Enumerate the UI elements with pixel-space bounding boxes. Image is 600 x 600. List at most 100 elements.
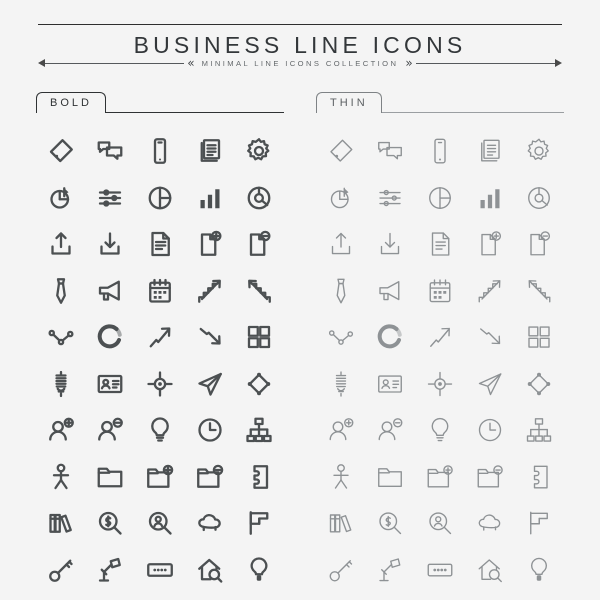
- lightbulb-icon[interactable]: [143, 413, 177, 447]
- key-icon[interactable]: [324, 553, 358, 587]
- gear-icon[interactable]: [522, 134, 556, 168]
- connected-nodes-icon[interactable]: [324, 320, 358, 354]
- flag-icon[interactable]: [522, 506, 556, 540]
- search-user-icon[interactable]: [423, 506, 457, 540]
- document-puzzle-icon[interactable]: [522, 460, 556, 494]
- stairs-up-icon[interactable]: [473, 274, 507, 308]
- person-figure-icon[interactable]: [44, 460, 78, 494]
- loading-spinner-icon[interactable]: [373, 320, 407, 354]
- paper-plane-icon[interactable]: [473, 367, 507, 401]
- arrow-up-right-icon[interactable]: [143, 320, 177, 354]
- download-icon[interactable]: [373, 227, 407, 261]
- paper-plane-icon[interactable]: [193, 367, 227, 401]
- user-remove-icon[interactable]: [93, 413, 127, 447]
- books-icon[interactable]: [44, 506, 78, 540]
- download-icon[interactable]: [93, 227, 127, 261]
- lightbulb-filled-icon[interactable]: [522, 553, 556, 587]
- tab-thin[interactable]: THIN: [316, 92, 382, 113]
- folder-remove-icon[interactable]: [193, 460, 227, 494]
- folder-icon[interactable]: [373, 460, 407, 494]
- id-card-icon[interactable]: [373, 367, 407, 401]
- tag-icon[interactable]: [324, 134, 358, 168]
- pie-chart-icon[interactable]: [143, 181, 177, 215]
- user-add-icon[interactable]: [324, 413, 358, 447]
- necktie-icon[interactable]: [324, 274, 358, 308]
- cloud-icon[interactable]: [193, 506, 227, 540]
- spring-coil-icon[interactable]: [324, 367, 358, 401]
- gear-icon[interactable]: [242, 134, 276, 168]
- pie-chart-pin-icon[interactable]: [324, 181, 358, 215]
- desk-lamp-icon[interactable]: [373, 553, 407, 587]
- search-user-icon[interactable]: [143, 506, 177, 540]
- folder-add-icon[interactable]: [423, 460, 457, 494]
- mobile-phone-icon[interactable]: [143, 134, 177, 168]
- documents-stack-icon[interactable]: [193, 134, 227, 168]
- search-dollar-icon[interactable]: [373, 506, 407, 540]
- pie-chart-pin-icon[interactable]: [44, 181, 78, 215]
- clock-icon[interactable]: [193, 413, 227, 447]
- stairs-up-icon[interactable]: [193, 274, 227, 308]
- person-figure-icon[interactable]: [324, 460, 358, 494]
- document-puzzle-icon[interactable]: [242, 460, 276, 494]
- donut-chart-icon[interactable]: [522, 181, 556, 215]
- calendar-icon[interactable]: [143, 274, 177, 308]
- mobile-phone-icon[interactable]: [423, 134, 457, 168]
- books-icon[interactable]: [324, 506, 358, 540]
- document-add-icon[interactable]: [473, 227, 507, 261]
- crosshair-target-icon[interactable]: [423, 367, 457, 401]
- flag-icon[interactable]: [242, 506, 276, 540]
- document-lines-icon[interactable]: [423, 227, 457, 261]
- stairs-down-icon[interactable]: [522, 274, 556, 308]
- grid-squares-icon[interactable]: [522, 320, 556, 354]
- calendar-icon[interactable]: [423, 274, 457, 308]
- sliders-settings-icon[interactable]: [373, 181, 407, 215]
- chat-bubbles-icon[interactable]: [373, 134, 407, 168]
- user-add-icon[interactable]: [44, 413, 78, 447]
- folder-add-icon[interactable]: [143, 460, 177, 494]
- password-field-icon[interactable]: [423, 553, 457, 587]
- lightbulb-filled-icon[interactable]: [242, 553, 276, 587]
- lightbulb-icon[interactable]: [423, 413, 457, 447]
- pie-chart-icon[interactable]: [423, 181, 457, 215]
- tab-bold[interactable]: BOLD: [36, 92, 106, 113]
- user-remove-icon[interactable]: [373, 413, 407, 447]
- diamond-nodes-icon[interactable]: [242, 367, 276, 401]
- upload-icon[interactable]: [324, 227, 358, 261]
- bar-chart-icon[interactable]: [193, 181, 227, 215]
- tag-icon[interactable]: [44, 134, 78, 168]
- document-lines-icon[interactable]: [143, 227, 177, 261]
- spring-coil-icon[interactable]: [44, 367, 78, 401]
- connected-nodes-icon[interactable]: [44, 320, 78, 354]
- chat-bubbles-icon[interactable]: [93, 134, 127, 168]
- crosshair-target-icon[interactable]: [143, 367, 177, 401]
- arrow-down-right-icon[interactable]: [473, 320, 507, 354]
- loading-spinner-icon[interactable]: [93, 320, 127, 354]
- folder-icon[interactable]: [93, 460, 127, 494]
- document-add-icon[interactable]: [193, 227, 227, 261]
- necktie-icon[interactable]: [44, 274, 78, 308]
- desk-lamp-icon[interactable]: [93, 553, 127, 587]
- key-icon[interactable]: [44, 553, 78, 587]
- donut-chart-icon[interactable]: [242, 181, 276, 215]
- house-search-icon[interactable]: [193, 553, 227, 587]
- house-search-icon[interactable]: [473, 553, 507, 587]
- grid-squares-icon[interactable]: [242, 320, 276, 354]
- bar-chart-icon[interactable]: [473, 181, 507, 215]
- megaphone-icon[interactable]: [93, 274, 127, 308]
- document-remove-icon[interactable]: [522, 227, 556, 261]
- upload-icon[interactable]: [44, 227, 78, 261]
- megaphone-icon[interactable]: [373, 274, 407, 308]
- diamond-nodes-icon[interactable]: [522, 367, 556, 401]
- stairs-down-icon[interactable]: [242, 274, 276, 308]
- arrow-up-right-icon[interactable]: [423, 320, 457, 354]
- org-chart-icon[interactable]: [522, 413, 556, 447]
- clock-icon[interactable]: [473, 413, 507, 447]
- org-chart-icon[interactable]: [242, 413, 276, 447]
- id-card-icon[interactable]: [93, 367, 127, 401]
- document-remove-icon[interactable]: [242, 227, 276, 261]
- cloud-icon[interactable]: [473, 506, 507, 540]
- password-field-icon[interactable]: [143, 553, 177, 587]
- search-dollar-icon[interactable]: [93, 506, 127, 540]
- sliders-settings-icon[interactable]: [93, 181, 127, 215]
- arrow-down-right-icon[interactable]: [193, 320, 227, 354]
